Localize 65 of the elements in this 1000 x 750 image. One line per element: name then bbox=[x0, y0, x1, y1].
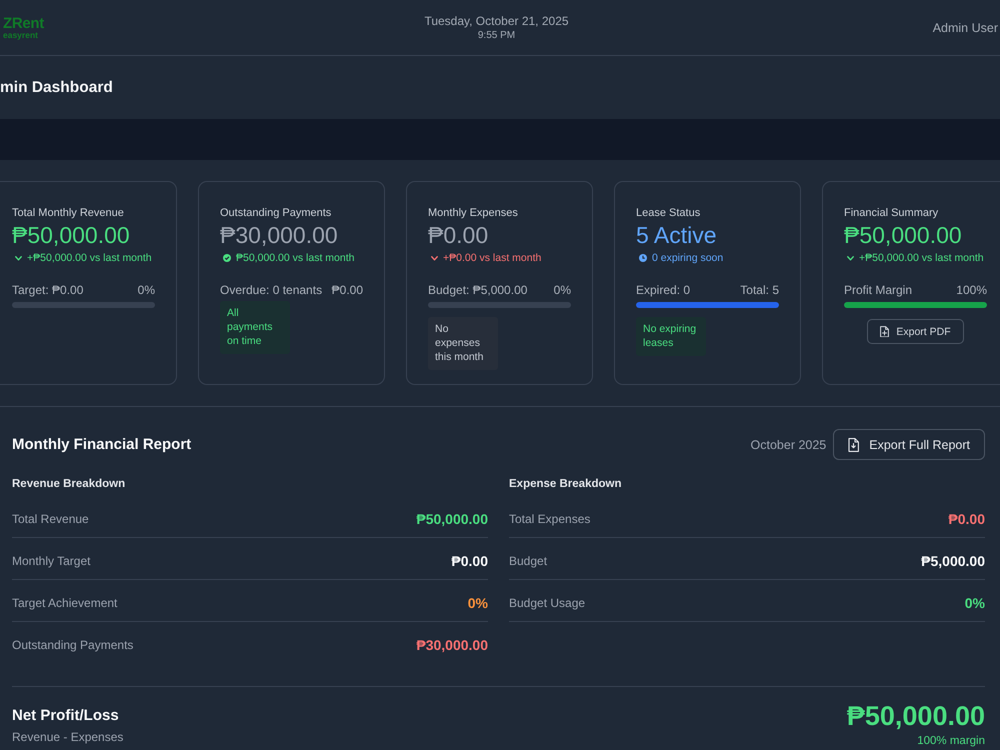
status-note: No expenses this month bbox=[428, 317, 498, 370]
stat-reading: Total: 5 bbox=[740, 282, 779, 298]
page-title: min Dashboard bbox=[0, 78, 113, 96]
row-value: ₱0.00 bbox=[948, 511, 985, 528]
export-report-button[interactable]: Export Full Report bbox=[833, 429, 985, 460]
trend-text: +₱50,000.00 vs last month bbox=[27, 251, 152, 265]
stat-label: Target: ₱0.00 bbox=[12, 282, 84, 298]
row-label: Total Expenses bbox=[509, 511, 590, 528]
net-title: Net Profit/Loss bbox=[12, 706, 119, 726]
logo-wordmark: ZRent bbox=[3, 16, 44, 30]
chevron-down-icon bbox=[431, 256, 438, 260]
row-value: ₱5,000.00 bbox=[921, 553, 985, 570]
net-subtitle: Revenue - Expenses bbox=[12, 729, 124, 745]
row-value: 0% bbox=[964, 595, 985, 612]
file-download-icon bbox=[848, 438, 860, 452]
stat-label: Profit Margin bbox=[844, 282, 912, 298]
stat-reading: 100% bbox=[956, 282, 987, 298]
net-margin: 100% margin bbox=[917, 734, 985, 748]
card-title: Monthly Expenses bbox=[428, 206, 519, 221]
card-value: 5 Active bbox=[636, 221, 718, 249]
file-plus-icon bbox=[880, 326, 890, 338]
trend-text: 0 expiring soon bbox=[652, 251, 724, 265]
card-value: ₱0.00 bbox=[428, 221, 490, 249]
stat-reading: 0% bbox=[138, 282, 155, 298]
net-value: ₱50,000.00 bbox=[846, 701, 985, 731]
card-value: ₱50,000.00 bbox=[12, 221, 131, 249]
trend-text: +₱0.00 vs last month bbox=[443, 251, 542, 265]
row-value: ₱50,000.00 bbox=[416, 511, 488, 528]
card-title: Outstanding Payments bbox=[220, 206, 332, 221]
logo-tagline: easyrent bbox=[3, 30, 38, 40]
clock-icon bbox=[639, 254, 647, 262]
card-value: ₱30,000.00 bbox=[220, 221, 339, 249]
row-label: Target Achievement bbox=[12, 595, 118, 612]
stat-reading: ₱0.00 bbox=[332, 282, 363, 298]
stat-label: Expired: 0 bbox=[636, 282, 690, 298]
trend-text: +₱50,000.00 vs last month bbox=[859, 251, 984, 265]
export-pdf-button[interactable]: Export PDF bbox=[867, 319, 964, 344]
card-title: Financial Summary bbox=[844, 206, 940, 221]
check-circle-icon bbox=[223, 254, 231, 262]
stat-label: Budget: ₱5,000.00 bbox=[428, 282, 528, 298]
row-label: Outstanding Payments bbox=[12, 637, 134, 654]
row-label: Budget Usage bbox=[509, 595, 586, 612]
column-heading: Expense Breakdown bbox=[509, 478, 622, 490]
row-label: Total Revenue bbox=[12, 511, 89, 528]
report-title: Monthly Financial Report bbox=[12, 436, 192, 453]
card-title: Lease Status bbox=[636, 206, 702, 221]
row-value: 0% bbox=[468, 595, 488, 612]
header-time: 9:55 PM bbox=[478, 28, 516, 42]
stat-label: Overdue: 0 tenants bbox=[220, 282, 322, 298]
stat-reading: 0% bbox=[554, 282, 571, 298]
chevron-down-icon bbox=[15, 256, 22, 260]
card-value: ₱50,000.00 bbox=[844, 221, 963, 249]
row-value: ₱30,000.00 bbox=[416, 637, 488, 654]
chevron-down-icon bbox=[847, 256, 854, 260]
column-heading: Revenue Breakdown bbox=[12, 478, 126, 490]
status-note: All payments on time bbox=[220, 301, 290, 354]
row-label: Budget bbox=[509, 553, 548, 570]
trend-text: ₱50,000.00 vs last month bbox=[236, 251, 354, 265]
row-label: Monthly Target bbox=[12, 553, 90, 570]
row-value: ₱0.00 bbox=[451, 553, 488, 570]
user-name: Admin User bbox=[932, 20, 998, 34]
status-note: No expiring leases bbox=[636, 317, 706, 356]
report-period: October 2025 bbox=[750, 438, 826, 452]
card-title: Total Monthly Revenue bbox=[12, 206, 125, 221]
header-date: Tuesday, October 21, 2025 bbox=[424, 12, 569, 28]
